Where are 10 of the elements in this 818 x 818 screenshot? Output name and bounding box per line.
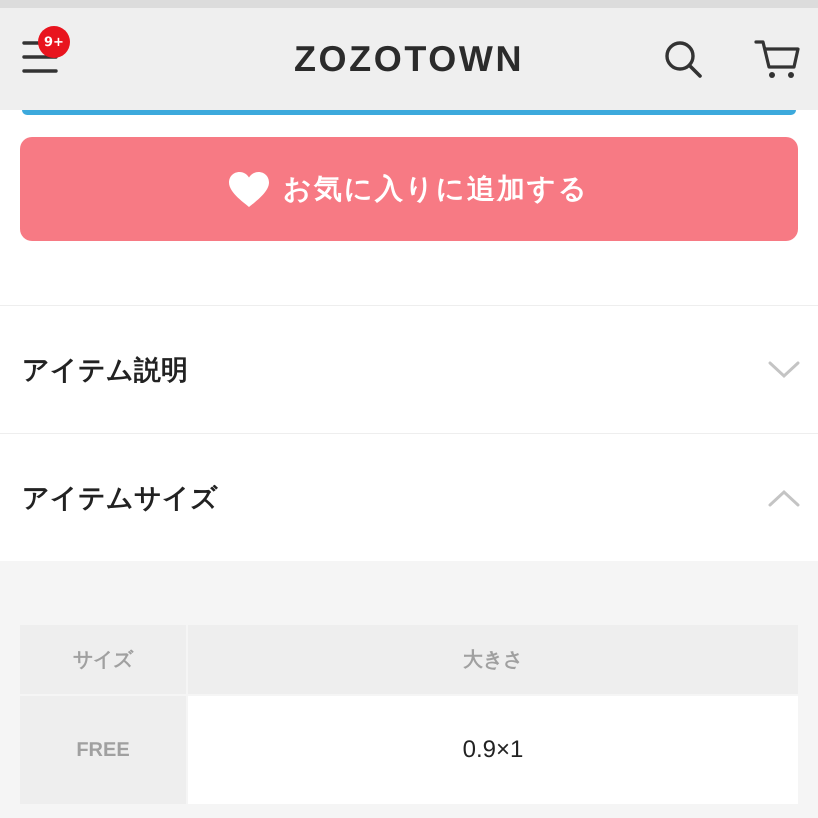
table-row-header: FREE — [20, 696, 186, 804]
heart-icon — [229, 172, 269, 206]
table-cell: 0.9×1 — [188, 696, 798, 804]
notification-badge: 9+ — [38, 26, 70, 58]
cart-icon[interactable] — [754, 39, 800, 79]
site-logo[interactable]: ZOZOTOWN — [294, 41, 524, 77]
table-header-cell: サイズ — [20, 625, 186, 694]
table-header-cell: 大きさ — [188, 625, 798, 694]
menu-button[interactable]: 9+ — [22, 26, 72, 74]
search-icon[interactable] — [664, 40, 702, 78]
